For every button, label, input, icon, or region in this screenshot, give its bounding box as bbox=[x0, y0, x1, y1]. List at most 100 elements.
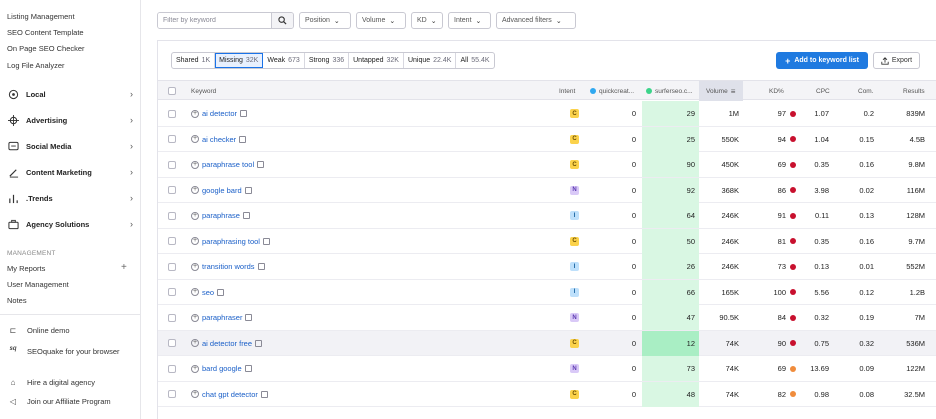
keyword-link[interactable]: ai checker bbox=[202, 135, 236, 144]
keyword-link[interactable]: paraphraser bbox=[202, 313, 242, 322]
table-row[interactable]: + ai detector free C 0 12 74K 90 0.75 0.32 536M bbox=[158, 330, 936, 356]
row-checkbox[interactable] bbox=[168, 331, 176, 356]
row-checkbox[interactable] bbox=[168, 254, 176, 279]
sidebar-section-agency-solutions[interactable]: Agency Solutions › bbox=[7, 217, 133, 231]
serp-icon[interactable] bbox=[262, 237, 270, 245]
table-row[interactable]: + ai checker C 0 25 550K 94 1.04 0.15 4.5B bbox=[158, 126, 936, 152]
add-keyword-icon[interactable]: + bbox=[191, 160, 199, 169]
serp-icon[interactable] bbox=[245, 314, 253, 321]
keyword-cell[interactable]: + paraphrase tool bbox=[191, 152, 265, 177]
column-header-kd[interactable]: KD% bbox=[769, 81, 784, 101]
table-row[interactable]: + paraphrase I 0 64 246K 91 0.11 0.13 128M bbox=[158, 203, 936, 229]
export-button[interactable]: Export bbox=[873, 52, 920, 69]
add-keyword-icon[interactable]: + bbox=[191, 186, 199, 194]
search-button[interactable] bbox=[271, 13, 293, 28]
sidebar-section-social-media[interactable]: Social Media › bbox=[7, 139, 133, 153]
keyword-link[interactable]: chat gpt detector bbox=[202, 390, 258, 399]
kd-filter-dropdown[interactable]: KD ⌄ bbox=[411, 12, 443, 29]
select-all-checkbox[interactable] bbox=[168, 81, 176, 101]
add-keyword-icon[interactable]: + bbox=[191, 390, 199, 398]
sidebar-link-seoquake[interactable]: sq SEOquake for your browser bbox=[7, 346, 127, 357]
add-keyword-icon[interactable]: + bbox=[191, 135, 199, 143]
tab-strong[interactable]: Strong 336 bbox=[305, 53, 350, 68]
add-keyword-icon[interactable]: + bbox=[191, 364, 199, 373]
keyword-cell[interactable]: + chat gpt detector bbox=[191, 382, 268, 407]
keyword-link[interactable]: seo bbox=[202, 288, 214, 297]
keyword-link[interactable]: google bard bbox=[202, 186, 242, 195]
row-checkbox[interactable] bbox=[168, 152, 176, 177]
tab-missing[interactable]: Missing 32K bbox=[215, 53, 264, 68]
serp-icon[interactable] bbox=[240, 110, 248, 117]
serp-icon[interactable] bbox=[244, 365, 252, 372]
add-keyword-icon[interactable]: + bbox=[191, 339, 199, 347]
position-filter-dropdown[interactable]: Position ⌄ bbox=[299, 12, 351, 29]
row-checkbox[interactable] bbox=[168, 127, 176, 152]
keyword-cell[interactable]: + ai checker bbox=[191, 127, 247, 152]
serp-icon[interactable] bbox=[242, 212, 250, 219]
keyword-cell[interactable]: + transition words bbox=[191, 254, 265, 279]
table-row[interactable]: + transition words I 0 26 246K 73 0.13 0.01 552M bbox=[158, 254, 936, 280]
keyword-link[interactable]: paraphrasing tool bbox=[202, 237, 260, 246]
table-row[interactable]: + paraphrase tool C 0 90 450K 69 0.35 0.16 9.8M bbox=[158, 152, 936, 178]
keyword-link[interactable]: paraphrase bbox=[202, 211, 240, 220]
serp-icon[interactable] bbox=[255, 339, 263, 347]
column-header-competitor1[interactable]: quickcreat... bbox=[590, 81, 634, 101]
keyword-cell[interactable]: + paraphrase bbox=[191, 203, 250, 228]
add-keyword-icon[interactable]: + bbox=[191, 313, 199, 322]
sidebar-link-log-file-analyzer[interactable]: Log File Analyzer bbox=[7, 61, 65, 70]
row-checkbox[interactable] bbox=[168, 356, 176, 381]
tab-weak[interactable]: Weak 673 bbox=[263, 53, 305, 68]
row-checkbox[interactable] bbox=[168, 203, 176, 228]
keyword-link[interactable]: ai detector free bbox=[202, 339, 252, 348]
column-header-cpc[interactable]: CPC bbox=[816, 81, 830, 101]
keyword-cell[interactable]: + paraphrasing tool bbox=[191, 229, 270, 254]
intent-filter-dropdown[interactable]: Intent ⌄ bbox=[448, 12, 491, 29]
table-row[interactable]: + google bard N 0 92 368K 86 3.98 0.02 116M bbox=[158, 177, 936, 203]
column-header-intent[interactable]: Intent bbox=[559, 81, 575, 101]
sidebar-section-advertising[interactable]: Advertising › bbox=[7, 113, 133, 127]
sidebar-link-hire-agency[interactable]: ⌂ Hire a digital agency bbox=[7, 378, 95, 387]
tab-unique[interactable]: Unique 22.4K bbox=[404, 53, 457, 68]
table-row[interactable]: + bard google N 0 73 74K 69 13.69 0.09 122M bbox=[158, 356, 936, 382]
keyword-cell[interactable]: + google bard bbox=[191, 178, 252, 203]
table-row[interactable]: + paraphrasing tool C 0 50 246K 81 0.35 0.16 9.7M bbox=[158, 228, 936, 254]
table-row[interactable]: + ai detector C 0 29 1M 97 1.07 0.2 839M bbox=[158, 101, 936, 127]
table-row[interactable]: + seo I 0 66 165K 100 5.56 0.12 1.2B bbox=[158, 279, 936, 305]
sidebar-link-my-reports[interactable]: My Reports bbox=[7, 264, 45, 273]
add-keyword-icon[interactable]: + bbox=[191, 288, 199, 296]
column-header-keyword[interactable]: Keyword bbox=[191, 81, 216, 101]
serp-icon[interactable] bbox=[217, 288, 225, 296]
keyword-filter-input[interactable] bbox=[158, 13, 272, 28]
serp-icon[interactable] bbox=[239, 135, 247, 143]
sidebar-section-local[interactable]: Local › bbox=[7, 87, 133, 101]
row-checkbox[interactable] bbox=[168, 101, 176, 126]
add-keyword-icon[interactable]: + bbox=[191, 109, 199, 118]
sidebar-link-user-management[interactable]: User Management bbox=[7, 280, 69, 289]
add-keyword-icon[interactable]: + bbox=[191, 262, 199, 271]
keyword-link[interactable]: ai detector bbox=[202, 109, 237, 118]
keyword-link[interactable]: bard google bbox=[202, 364, 242, 373]
advanced-filters-dropdown[interactable]: Advanced filters ⌄ bbox=[496, 12, 576, 29]
tab-shared[interactable]: Shared 1K bbox=[172, 53, 216, 68]
column-header-com[interactable]: Com. bbox=[858, 81, 874, 101]
column-header-results[interactable]: Results bbox=[903, 81, 925, 101]
keyword-link[interactable]: transition words bbox=[202, 262, 255, 271]
row-checkbox[interactable] bbox=[168, 229, 176, 254]
volume-filter-dropdown[interactable]: Volume ⌄ bbox=[356, 12, 406, 29]
keyword-cell[interactable]: + ai detector free bbox=[191, 331, 263, 356]
sidebar-link-affiliate[interactable]: ◁ Join our Affiliate Program bbox=[7, 397, 111, 406]
sidebar-section-trends[interactable]: .Trends › bbox=[7, 191, 133, 205]
table-row[interactable]: + paraphraser N 0 47 90.5K 84 0.32 0.19 7M bbox=[158, 305, 936, 331]
column-header-volume[interactable]: Volume ≡ bbox=[699, 81, 743, 101]
keyword-cell[interactable]: + paraphraser bbox=[191, 305, 253, 330]
row-checkbox[interactable] bbox=[168, 305, 176, 330]
tab-all[interactable]: All 55.4K bbox=[456, 53, 493, 68]
add-report-icon[interactable]: + bbox=[121, 262, 127, 273]
column-header-competitor2[interactable]: surferseo.c... bbox=[642, 81, 699, 101]
sidebar-link-on-page-seo-checker[interactable]: On Page SEO Checker bbox=[7, 44, 85, 53]
row-checkbox[interactable] bbox=[168, 178, 176, 203]
keyword-cell[interactable]: + seo bbox=[191, 280, 225, 305]
keyword-cell[interactable]: + ai detector bbox=[191, 101, 248, 126]
row-checkbox[interactable] bbox=[168, 382, 176, 407]
table-row[interactable]: + chat gpt detector C 0 48 74K 82 0.98 0.08 32.5M bbox=[158, 381, 936, 407]
